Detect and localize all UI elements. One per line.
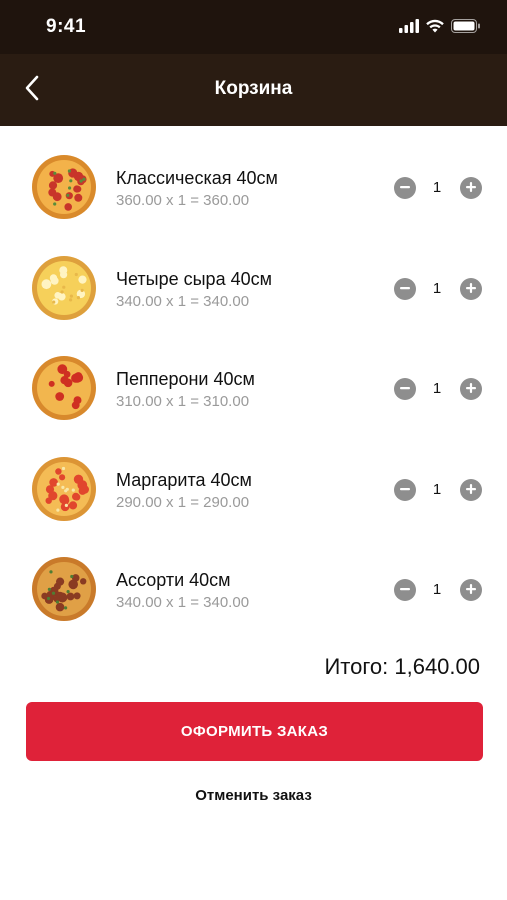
cart-item: Маргарита 40см 290.00 x 1 = 290.00 1: [0, 428, 507, 529]
item-price: 360.00 x 1 = 360.00: [116, 192, 250, 209]
item-name: Маргарита 40см: [116, 469, 252, 490]
item-name: Пепперони 40см: [116, 369, 255, 389]
quantity-value: 1: [432, 279, 442, 297]
item-price: 290.00 x 1 = 290.00: [116, 493, 250, 511]
status-time: 9:41: [46, 16, 87, 37]
quantity-value: 1: [432, 380, 442, 397]
page-title: Корзина: [214, 78, 293, 99]
increase-quantity-button[interactable]: [460, 177, 482, 199]
pizza-image: [31, 255, 97, 321]
plus-icon: [466, 481, 476, 499]
cart-item: Четыре сыра 40см 340.00 x 1 = 340.00 1: [0, 227, 507, 328]
item-name: Ассорти 40см: [116, 570, 231, 590]
increase-quantity-button[interactable]: [460, 277, 482, 300]
quantity-value: 1: [432, 480, 442, 498]
status-icons: [399, 18, 481, 38]
item-price: 310.00 x 1 = 310.00: [116, 393, 250, 410]
wifi-icon: [425, 19, 445, 38]
pizza-image: [31, 355, 97, 421]
quantity-value: 1: [432, 179, 442, 196]
minus-icon: [400, 581, 410, 599]
increase-quantity-button[interactable]: [460, 579, 482, 601]
checkout-button[interactable]: ОФОРМИТЬ ЗАКАЗ: [26, 702, 483, 761]
cart-item: Классическая 40см 360.00 x 1 = 360.00 1: [0, 126, 507, 227]
minus-icon: [400, 179, 410, 197]
item-name: Классическая 40см: [116, 168, 278, 188]
item-name: Четыре сыра 40см: [116, 268, 272, 289]
cancel-order-button[interactable]: Отменить заказ: [0, 787, 507, 804]
increase-quantity-button[interactable]: [460, 478, 482, 501]
minus-icon: [400, 280, 410, 298]
order-total: Итого: 1,640.00: [324, 654, 480, 679]
item-price: 340.00 x 1 = 340.00: [116, 292, 250, 310]
pizza-image: [31, 154, 97, 220]
quantity-value: 1: [432, 581, 442, 598]
plus-icon: [466, 581, 476, 599]
item-price: 340.00 x 1 = 340.00: [116, 594, 250, 611]
pizza-image: [31, 456, 97, 522]
decrease-quantity-button[interactable]: [394, 378, 416, 400]
battery-icon: [451, 18, 481, 38]
cart-list: Классическая 40см 360.00 x 1 = 360.00 1 …: [0, 126, 507, 629]
cart-item: Ассорти 40см 340.00 x 1 = 340.00 1: [0, 528, 507, 629]
minus-icon: [400, 380, 410, 398]
decrease-quantity-button[interactable]: [394, 579, 416, 601]
signal-icon: [399, 18, 419, 38]
plus-icon: [466, 280, 476, 298]
cart-item: Пепперони 40см 310.00 x 1 = 310.00 1: [0, 327, 507, 428]
minus-icon: [400, 481, 410, 499]
status-bar: 9:41: [0, 0, 507, 54]
increase-quantity-button[interactable]: [460, 378, 482, 400]
decrease-quantity-button[interactable]: [394, 177, 416, 199]
pizza-image: [31, 556, 97, 622]
decrease-quantity-button[interactable]: [394, 478, 416, 501]
decrease-quantity-button[interactable]: [394, 277, 416, 300]
nav-bar: Корзина: [0, 54, 507, 126]
plus-icon: [466, 380, 476, 398]
plus-icon: [466, 179, 476, 197]
